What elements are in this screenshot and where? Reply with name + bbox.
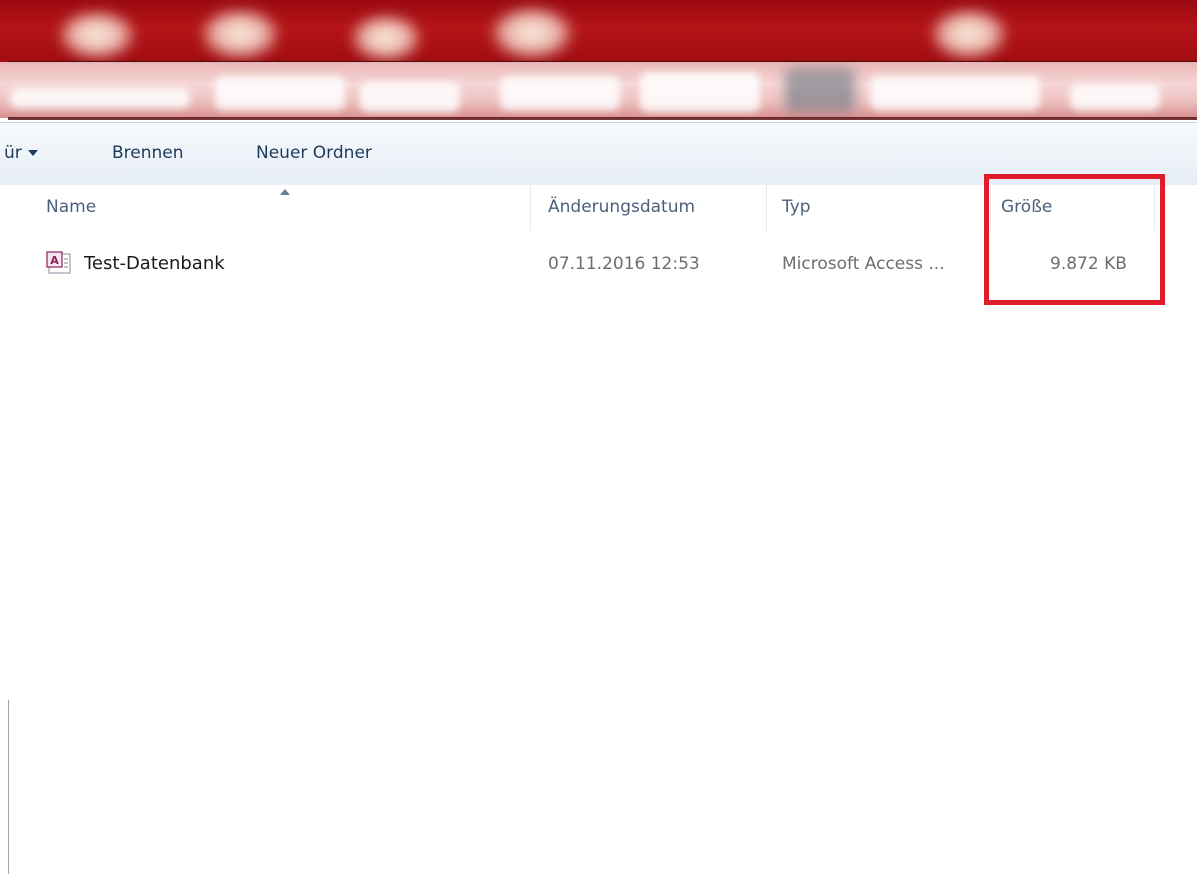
sort-up-icon: [280, 189, 290, 195]
burn-label: Brennen: [112, 143, 184, 163]
column-header-modified[interactable]: Änderungsdatum: [548, 197, 695, 217]
column-header-modified-label: Änderungsdatum: [548, 197, 696, 217]
column-divider[interactable]: [766, 185, 767, 231]
column-header-name[interactable]: Name: [46, 197, 96, 217]
column-header-type[interactable]: Typ: [782, 197, 811, 217]
column-divider[interactable]: [530, 185, 531, 231]
blurred-address-segment: [360, 82, 460, 112]
blurred-tab-blob: [350, 14, 422, 62]
blurred-tab-blob: [58, 10, 136, 60]
blurred-address-segment: [785, 68, 855, 112]
organize-menu-button[interactable]: ür: [4, 143, 38, 163]
address-divider: [8, 117, 1197, 120]
blurred-address-segment: [640, 72, 760, 112]
new-folder-button[interactable]: Neuer Ordner: [256, 143, 372, 163]
organize-label: ür: [4, 143, 22, 163]
new-folder-label: Neuer Ordner: [256, 143, 372, 163]
address-bar[interactable]: [0, 62, 1197, 118]
column-header-type-label: Typ: [782, 197, 811, 217]
column-header-name-label: Name: [46, 197, 97, 217]
size-highlight-box: [984, 174, 1165, 305]
blurred-tab-blob: [930, 8, 1008, 60]
chevron-down-icon: [27, 150, 38, 156]
access-database-icon: A: [46, 251, 72, 275]
title-bar: [0, 0, 1197, 62]
file-type: Microsoft Access ...: [782, 254, 945, 274]
svg-text:A: A: [50, 254, 59, 267]
file-modified: 07.11.2016 12:53: [548, 254, 700, 274]
blurred-address-segment: [1070, 84, 1160, 110]
blurred-tab-blob: [200, 8, 280, 60]
burn-button[interactable]: Brennen: [112, 143, 184, 163]
file-name: Test-Datenbank: [84, 253, 225, 274]
explorer-window: ür Brennen Neuer Ordner Name Änderungsda…: [0, 0, 1197, 874]
blurred-address-segment: [215, 76, 345, 110]
blurred-tab-blob: [490, 6, 574, 60]
pane-edge: [8, 700, 9, 874]
blurred-address-segment: [500, 76, 620, 110]
blurred-address-segment: [870, 76, 1040, 110]
blurred-address-segment: [10, 88, 190, 108]
